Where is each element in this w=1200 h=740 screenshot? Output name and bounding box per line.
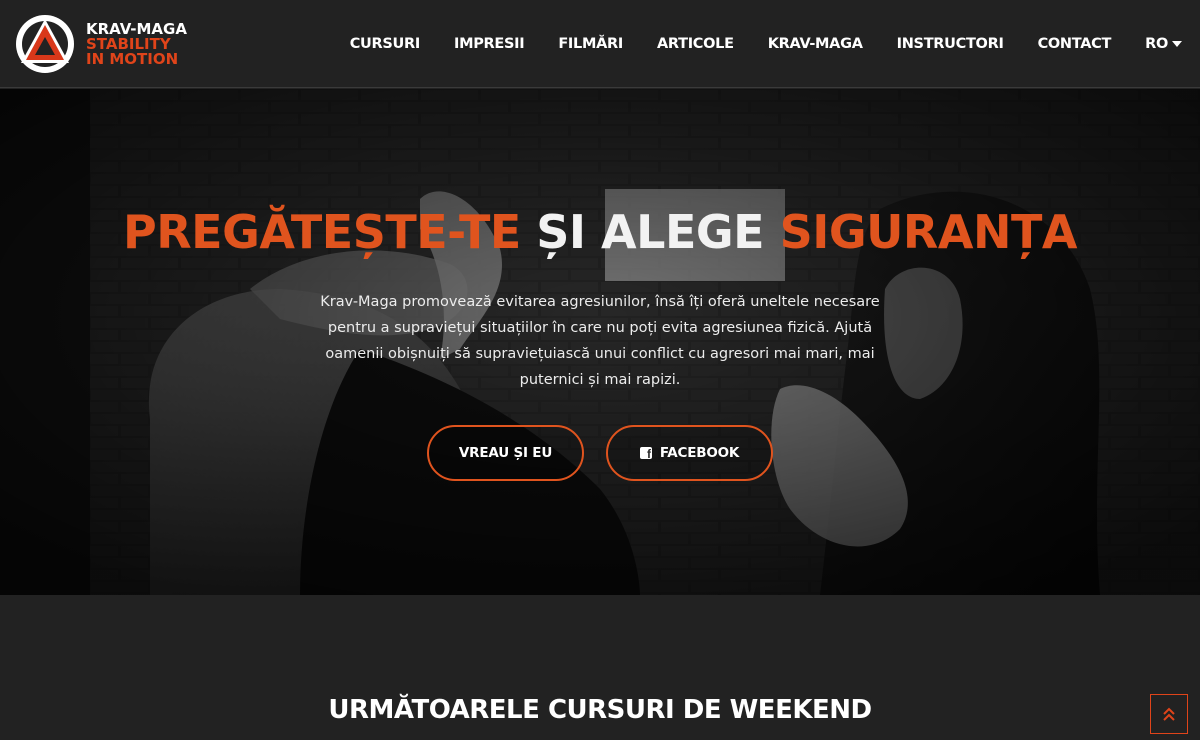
triangle-in-circle-icon <box>16 15 74 73</box>
facebook-square-icon <box>639 447 652 461</box>
language-label: RO <box>1145 36 1168 52</box>
nav-contact[interactable]: CONTACT <box>1038 36 1112 52</box>
nav-krav-maga[interactable]: KRAV-MAGA <box>768 36 863 52</box>
main-nav: CURSURI IMPRESII FILMĂRI ARTICOLE KRAV-M… <box>350 0 1182 88</box>
hero-section: PREGĂTEȘTE-TE ȘI ALEGE SIGURANȚA Krav-Ma… <box>0 89 1200 595</box>
facebook-button[interactable]: FACEBOOK <box>606 425 773 481</box>
brand-text: KRAV-MAGA STABILITY IN MOTION <box>86 21 187 68</box>
language-dropdown[interactable]: RO <box>1145 36 1182 52</box>
headline-part-3: SIGURANȚA <box>779 205 1078 259</box>
back-to-top-button[interactable] <box>1150 694 1188 734</box>
brand-line-3: IN MOTION <box>86 49 179 68</box>
join-button-label: VREAU ȘI EU <box>458 445 553 461</box>
nav-filmari[interactable]: FILMĂRI <box>558 36 623 52</box>
nav-impresii[interactable]: IMPRESII <box>454 36 525 52</box>
headline-part-2: ȘI ALEGE <box>536 205 765 259</box>
hero-headline: PREGĂTEȘTE-TE ȘI ALEGE SIGURANȚA <box>0 205 1200 259</box>
weekend-courses-section: URMĂTOARELE CURSURI DE WEEKEND <box>0 595 1200 740</box>
double-chevron-up-icon <box>1163 707 1175 721</box>
facebook-button-label: FACEBOOK <box>659 445 740 461</box>
nav-articole[interactable]: ARTICOLE <box>657 36 734 52</box>
headline-part-1: PREGĂTEȘTE-TE <box>123 205 521 259</box>
nav-cursuri[interactable]: CURSURI <box>350 36 421 52</box>
nav-instructori[interactable]: INSTRUCTORI <box>897 36 1004 52</box>
section-title: URMĂTOARELE CURSURI DE WEEKEND <box>328 695 872 725</box>
join-button[interactable]: VREAU ȘI EU <box>427 425 584 481</box>
caret-down-icon <box>1172 41 1182 47</box>
brand-logo-link[interactable]: KRAV-MAGA STABILITY IN MOTION <box>14 9 187 79</box>
navbar: KRAV-MAGA STABILITY IN MOTION CURSURI IM… <box>0 0 1200 88</box>
hero-lead-text: Krav-Maga promovează evitarea agresiunil… <box>320 294 880 388</box>
